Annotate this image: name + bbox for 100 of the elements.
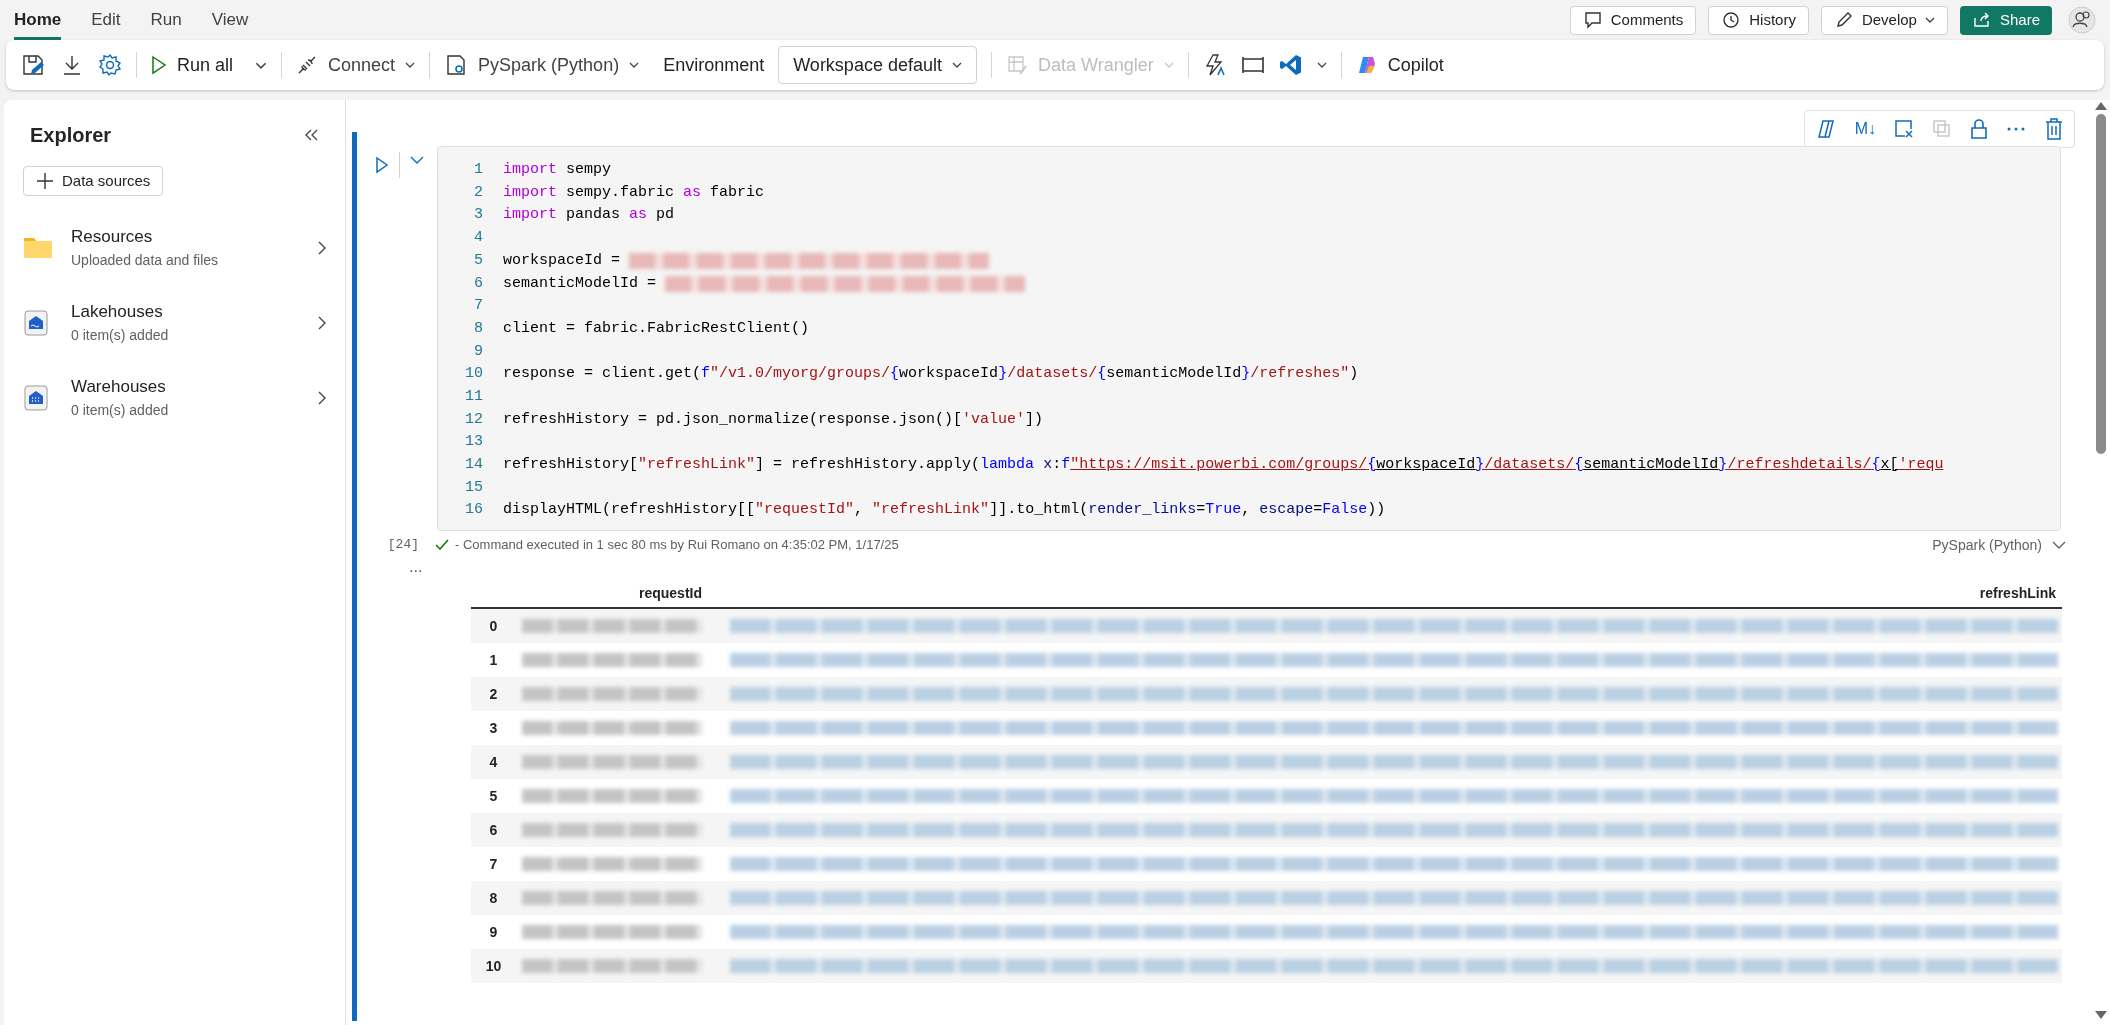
row-index: 7 <box>488 854 499 874</box>
collapse-icon[interactable] <box>303 127 319 143</box>
line-number: 5 <box>473 250 484 271</box>
item-subtitle: Uploaded data and files <box>71 250 220 270</box>
environment-label: Environment <box>663 53 765 77</box>
line-number: 10 <box>464 364 484 385</box>
environment-dropdown[interactable]: Workspace default <box>778 46 977 84</box>
line-number: 12 <box>464 409 484 430</box>
row-index: 2 <box>488 684 499 704</box>
chevron-down-icon <box>1163 62 1174 68</box>
chevron-right-icon <box>318 240 326 255</box>
row-index: 3 <box>488 718 499 738</box>
code-line: semanticModelId = <box>503 272 1026 296</box>
row-index: 0 <box>488 616 499 636</box>
comments-icon <box>1582 10 1603 30</box>
execution-count: [24] <box>386 536 420 555</box>
line-number: 8 <box>473 318 484 339</box>
code-editor-icon[interactable] <box>1278 53 1303 77</box>
row-index: 8 <box>488 888 499 908</box>
save-edit-icon[interactable] <box>20 52 46 78</box>
line-number: 7 <box>473 296 484 317</box>
output-more-button[interactable]: ... <box>409 559 423 575</box>
table-brush-icon <box>1005 54 1028 76</box>
row-index: 4 <box>488 752 499 772</box>
line-number: 13 <box>464 432 484 453</box>
line-number: 16 <box>464 500 484 521</box>
row-index: 10 <box>484 956 503 976</box>
chevron-down-icon[interactable] <box>1316 62 1327 68</box>
history-icon <box>1721 10 1742 30</box>
data-sources-button[interactable]: Data sources <box>23 166 164 196</box>
markdown-button[interactable]: M↓ <box>1854 117 1876 141</box>
connect-button[interactable]: Connect <box>296 51 416 79</box>
code-line: refreshHistory["refreshLink"] = refreshHistory.apply(lambda x:f"https://msit.powerbi.com/groups/{workspaceId}/datasets/{semanticModelId}/refreshdetails/{x['requ <box>503 455 1944 476</box>
item-title: Lakehouses <box>71 301 164 324</box>
explorer-item[interactable]: Lakehouses 0 item(s) added <box>4 285 345 360</box>
copilot-button[interactable]: Copilot <box>1355 51 1444 79</box>
settings-icon[interactable] <box>98 53 122 77</box>
delete-icon[interactable] <box>2044 118 2064 140</box>
share-button[interactable]: Share <box>1959 5 2052 35</box>
chevron-right-icon <box>318 315 326 330</box>
item-title: Resources <box>71 226 154 249</box>
language-dropdown[interactable]: PySpark (Python) <box>444 51 640 79</box>
code-line: import sempy.fabric as fabric <box>503 182 765 203</box>
scroll-up-icon[interactable] <box>2095 102 2107 110</box>
line-number: 15 <box>464 477 484 498</box>
plus-icon <box>36 172 54 190</box>
line-number: 1 <box>473 160 484 181</box>
lock-icon[interactable] <box>1970 118 1988 140</box>
row-index: 5 <box>488 786 499 806</box>
item-subtitle: 0 item(s) added <box>71 325 170 345</box>
code-line: import pandas as pd <box>503 205 675 226</box>
column-header: requestId <box>638 583 703 603</box>
code-line: import sempy <box>503 160 612 181</box>
line-number: 3 <box>473 205 484 226</box>
more-icon[interactable] <box>2006 126 2026 132</box>
code-line: response = client.get(f"/v1.0/myorg/groups/{workspaceId}/datasets/{semanticModelId}/refreshes") <box>503 364 1359 385</box>
chevron-down-icon <box>951 62 962 68</box>
chevron-down-icon <box>1924 17 1935 23</box>
cell-language-dropdown[interactable]: PySpark (Python) <box>1932 534 2066 556</box>
code-line: refreshHistory = pd.json_normalize(response.json()['value']) <box>503 409 1044 430</box>
line-number: 4 <box>473 228 484 249</box>
column-header: refreshLink <box>1978 583 2057 603</box>
item-subtitle: 0 item(s) added <box>71 400 170 420</box>
menu-tab[interactable]: Run <box>150 0 182 40</box>
line-number: 6 <box>473 273 484 294</box>
line-number: 11 <box>464 386 484 407</box>
chevron-down-icon <box>629 62 640 68</box>
status-text: - Command executed in 1 sec 80 ms by Rui Romano on 4:35:02 PM, 1/17/25 <box>455 536 900 555</box>
menu-tab[interactable]: View <box>211 0 249 40</box>
run-all-button[interactable]: Run all <box>151 51 234 79</box>
menu-tab[interactable]: Edit <box>91 0 121 40</box>
chevron-down-icon[interactable] <box>410 156 424 164</box>
run-cell-icon[interactable] <box>375 156 389 174</box>
share-icon <box>1971 10 1992 30</box>
clear-output-icon[interactable] <box>1894 119 1914 139</box>
chevron-down-icon[interactable] <box>255 61 268 69</box>
frame-icon[interactable] <box>1240 55 1265 75</box>
chevron-down-icon <box>2052 541 2066 549</box>
chevron-down-icon <box>405 62 416 68</box>
develop-button[interactable]: Develop <box>1820 5 1948 35</box>
chevron-right-icon <box>318 390 326 405</box>
item-title: Warehouses <box>71 376 167 399</box>
history-button[interactable]: History <box>1708 5 1809 35</box>
play-icon <box>151 55 167 75</box>
comments-button[interactable]: Comments <box>1569 5 1697 35</box>
row-index: 6 <box>488 820 499 840</box>
explorer-item[interactable]: Warehouses 0 item(s) added <box>4 360 345 435</box>
explorer-title: Explorer <box>30 123 112 148</box>
person-icon[interactable] <box>2068 6 2096 34</box>
code-line: workspaceId = <box>503 249 990 273</box>
line-number: 2 <box>473 182 484 203</box>
line-number: 14 <box>464 455 484 476</box>
explorer-item[interactable]: Resources Uploaded data and files <box>4 210 345 285</box>
scrollbar-thumb[interactable] <box>2096 114 2106 454</box>
line-number: 9 <box>473 341 484 362</box>
code-line: displayHTML(refreshHistory[["requestId", "refreshLink"]].to_html(render_links=True, escape=False)) <box>503 500 1386 521</box>
row-index: 9 <box>488 922 499 942</box>
row-index: 1 <box>488 650 499 670</box>
code-line: client = fabric.FabricRestClient() <box>503 318 810 339</box>
scroll-down-icon[interactable] <box>2095 1011 2107 1019</box>
